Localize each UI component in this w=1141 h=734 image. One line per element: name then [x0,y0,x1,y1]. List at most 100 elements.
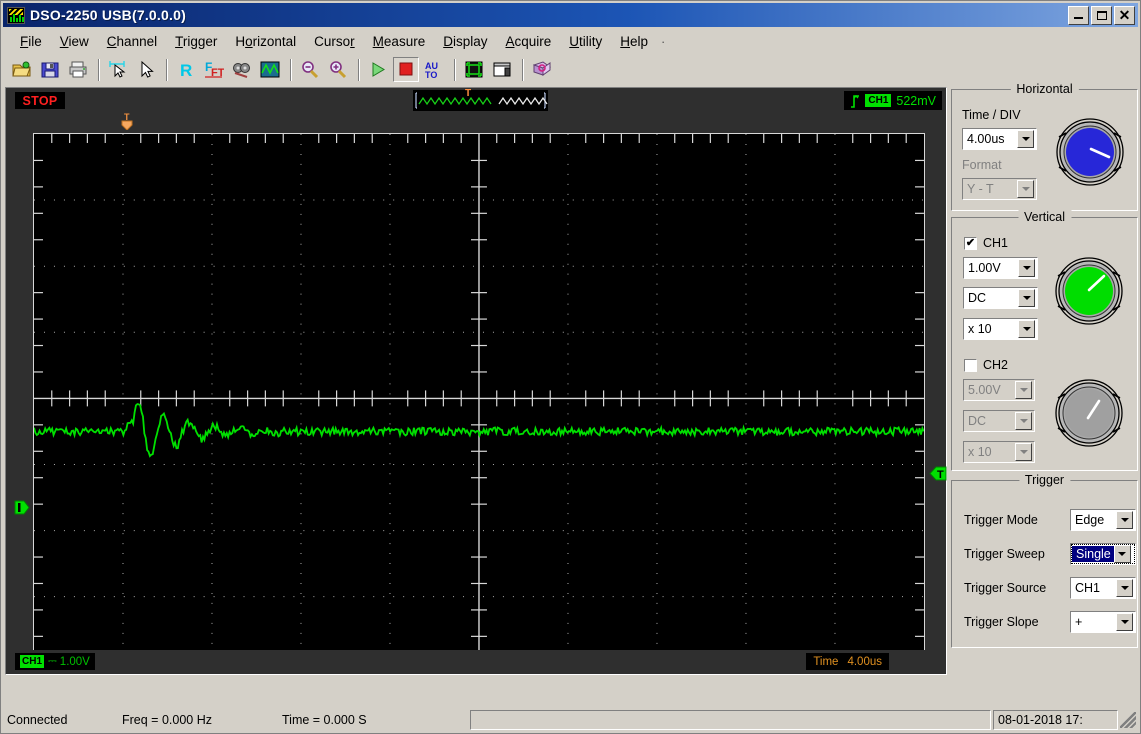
ch1-probe-value: x 10 [968,322,992,336]
timebase-label: Time [813,655,839,668]
ch1-probe-combo[interactable]: x 10 [963,318,1038,340]
format-combo[interactable]: Y - T [962,178,1037,200]
waveform-minimap[interactable]: T [413,88,548,111]
reference-button[interactable]: R [173,57,199,82]
ch1-ground-marker[interactable] [14,500,30,515]
horizontal-legend: Horizontal [1010,82,1079,96]
menu-measure[interactable]: Measure [364,32,435,51]
svg-text:T: T [937,469,944,481]
open-button[interactable] [9,57,35,82]
cursor-measure-button[interactable] [105,57,131,82]
layout-button[interactable] [489,57,515,82]
save-button[interactable] [37,57,63,82]
trigger-slope-combo[interactable]: + [1070,611,1136,633]
print-button[interactable] [65,57,91,82]
trigger-source-combo[interactable]: CH1 [1070,577,1136,599]
trigger-group: Trigger Trigger Mode Edge Trigger Sweep … [951,473,1138,648]
chevron-down-icon[interactable] [1015,381,1032,399]
resize-grip-icon[interactable] [1120,712,1136,728]
chevron-down-icon[interactable] [1015,412,1032,430]
ch1-enable-checkbox[interactable]: ✔ CH1 [964,236,1008,250]
menu-overflow[interactable]: · [657,34,665,49]
menu-channel[interactable]: Channel [98,32,166,51]
waveform-grid[interactable] [33,133,925,663]
trigger-mode-label: Trigger Mode [964,513,1038,527]
trigger-source-value: CH1 [1075,581,1101,595]
menu-horizontal[interactable]: Horizontal [226,32,305,51]
toolbar-separator-2 [166,58,168,81]
datetime-readout: 08-01-2018 17: [993,710,1118,730]
chevron-down-icon[interactable] [1116,511,1133,529]
ch1-position-knob[interactable] [1052,254,1126,328]
trigger-sweep-label: Trigger Sweep [964,547,1045,561]
ch2-volts-div-combo[interactable]: 5.00V [963,379,1035,401]
menu-trigger[interactable]: Trigger [166,32,226,51]
trigger-mode-combo[interactable]: Edge [1070,509,1136,531]
toolbar-separator-6 [522,58,524,81]
time-div-combo[interactable]: 4.00us [962,128,1037,150]
trigger-position-marker[interactable]: T [120,112,134,130]
menu-cursor[interactable]: Cursor [305,32,364,51]
oscilloscope-app-window: DSO-2250 USB(7.0.0.0) ✕ File View Channe… [0,0,1141,734]
record-icon [233,63,250,78]
ch1-coupling-combo[interactable]: DC [963,287,1038,309]
menu-file[interactable]: File [11,32,51,51]
chevron-down-icon[interactable] [1015,443,1032,461]
check-icon [964,358,977,372]
chevron-down-icon[interactable] [1116,613,1133,631]
close-icon: ✕ [1118,7,1131,23]
zoom-out-button[interactable] [297,57,323,82]
menu-help[interactable]: Help [611,32,657,51]
chevron-down-icon[interactable] [1018,320,1035,338]
horizontal-position-knob[interactable] [1053,115,1127,189]
menu-utility[interactable]: Utility [560,32,611,51]
run-button[interactable] [365,57,391,82]
close-button[interactable]: ✕ [1114,5,1135,25]
stop-button[interactable] [393,57,419,82]
trigger-legend: Trigger [1018,473,1071,487]
ch2-coupling-combo[interactable]: DC [963,410,1035,432]
window-controls: ✕ [1068,5,1135,25]
chevron-down-icon[interactable] [1018,259,1035,277]
layout-icon [493,62,511,77]
toolbar-separator-1 [98,58,100,81]
minimap-trace [415,92,548,109]
menu-acquire[interactable]: Acquire [496,32,560,51]
chevron-down-icon[interactable] [1113,545,1131,563]
chevron-down-icon[interactable] [1017,130,1034,148]
print-icon [69,61,87,78]
pointer-button[interactable] [133,57,159,82]
trigger-level-marker[interactable]: T [929,466,947,481]
fft-button[interactable]: F FT [201,57,227,82]
menu-display[interactable]: Display [434,32,496,51]
about-button[interactable] [529,57,555,82]
ch2-enable-checkbox[interactable]: CH2 [964,358,1008,372]
ch1-volts-div-combo[interactable]: 1.00V [963,257,1038,279]
autoset-button[interactable] [461,57,487,82]
zoom-in-icon [330,61,347,79]
about-icon [532,61,552,76]
trigger-mode-value: Edge [1075,513,1105,527]
minimize-button[interactable] [1068,5,1089,25]
menu-view[interactable]: View [51,32,98,51]
ch1-volts-div-value: 1.00V [968,261,1001,275]
chevron-down-icon[interactable] [1018,289,1035,307]
control-panel: Horizontal Time / DIV 4.00us Format Y - … [951,82,1138,675]
auto-button[interactable]: AU TO [421,57,447,82]
ch1-volts-div: 1.00V [59,655,90,668]
chevron-down-icon[interactable] [1017,180,1034,198]
svg-text:R: R [180,61,192,79]
open-icon [12,61,31,77]
reference-icon: R [180,61,192,79]
ch2-position-knob[interactable] [1052,376,1126,450]
trigger-sweep-combo[interactable]: Single [1070,543,1136,565]
zoom-in-button[interactable] [325,57,351,82]
fft-icon: F FT [205,60,224,79]
ch2-probe-combo[interactable]: x 10 [963,441,1035,463]
scope-display-panel: STOP T CH1 522mV T T CH1 ⎓ 1.00V Time 4.… [5,87,947,675]
maximize-button[interactable] [1091,5,1112,25]
chevron-down-icon[interactable] [1116,579,1133,597]
cursor-measure-icon [109,61,126,78]
waveform-button[interactable] [257,57,283,82]
record-button[interactable] [229,57,255,82]
